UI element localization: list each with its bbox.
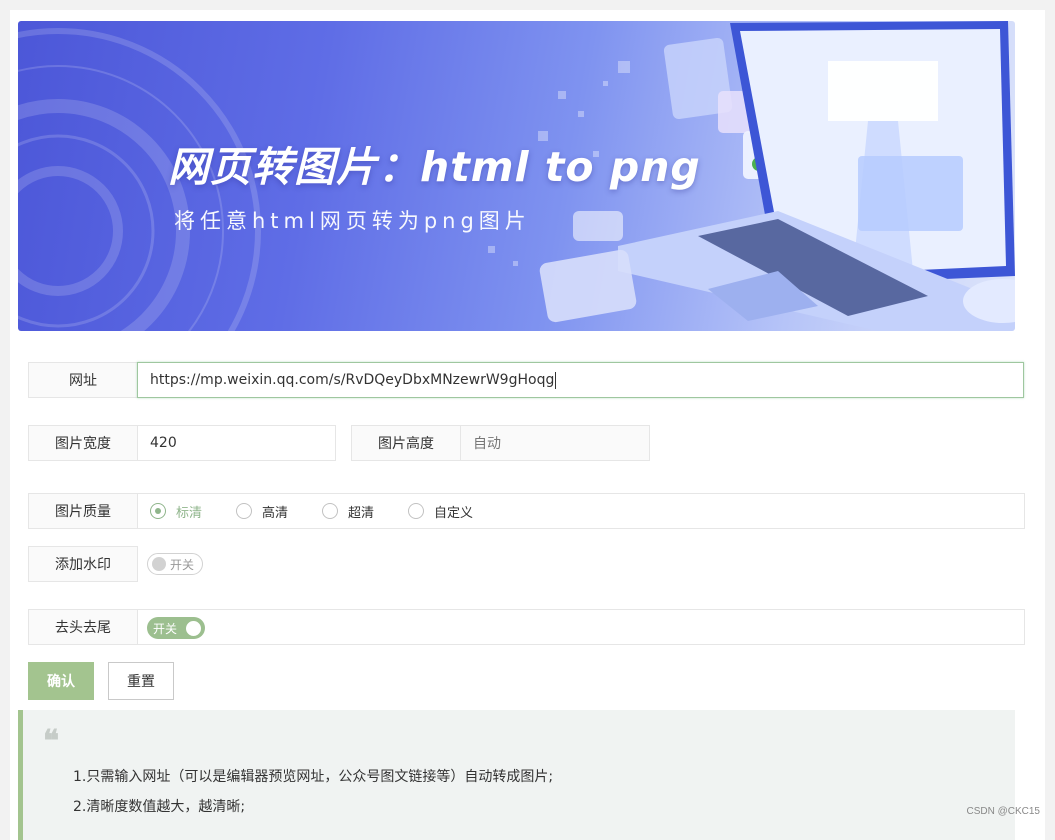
trim-label: 去头去尾 [28, 609, 138, 645]
reset-button[interactable]: 重置 [108, 662, 174, 700]
csdn-watermark: CSDN @CKC15 [966, 806, 1040, 817]
banner-title: 网页转图片：html to png [168, 133, 701, 193]
quality-option-uhd[interactable]: 超清 [322, 502, 374, 521]
switch-knob [186, 621, 201, 636]
quality-option-custom[interactable]: 自定义 [408, 502, 473, 521]
radio-icon [322, 503, 338, 519]
hero-banner: 网页转图片：html to png 将任意html网页转为png图片 [18, 21, 1015, 331]
width-label: 图片宽度 [28, 425, 138, 461]
height-label: 图片高度 [351, 425, 461, 461]
url-label: 网址 [28, 362, 138, 398]
quote-icon: ❝ [43, 724, 59, 759]
trim-switch-text: 开关 [153, 620, 177, 637]
trim-field [137, 609, 1025, 645]
width-input[interactable]: 420 [137, 425, 336, 461]
url-input-value: https://mp.weixin.qq.com/s/RvDQeyDbxMNze… [150, 372, 554, 388]
radio-icon [408, 503, 424, 519]
watermark-switch[interactable]: 开关 [147, 553, 203, 575]
banner-subtitle: 将任意html网页转为png图片 [174, 205, 531, 235]
text-caret [555, 372, 556, 389]
tip-item-1: 1.只需输入网址（可以是编辑器预览网址，公众号图文链接等）自动转成图片; [73, 766, 553, 786]
watermark-label: 添加水印 [28, 546, 138, 582]
url-input[interactable]: https://mp.weixin.qq.com/s/RvDQeyDbxMNze… [137, 362, 1024, 398]
trim-switch[interactable]: 开关 [147, 617, 205, 639]
confirm-button[interactable]: 确认 [28, 662, 94, 700]
height-input[interactable]: 自动 [460, 425, 650, 461]
quality-label: 图片质量 [28, 493, 138, 529]
quality-radio-group: 标清 高清 超清 自定义 [137, 493, 1025, 529]
tips-blockquote: ❝ 1.只需输入网址（可以是编辑器预览网址，公众号图文链接等）自动转成图片; 2… [18, 710, 1015, 840]
tip-item-2: 2.清晰度数值越大，越清晰; [73, 796, 245, 816]
switch-knob [152, 557, 166, 571]
width-input-value: 420 [150, 435, 177, 451]
height-input-placeholder: 自动 [473, 433, 501, 453]
watermark-switch-text: 开关 [170, 556, 194, 573]
quality-option-hd[interactable]: 高清 [236, 502, 288, 521]
quality-option-standard[interactable]: 标清 [150, 502, 202, 521]
radio-checked-icon [150, 503, 166, 519]
radio-icon [236, 503, 252, 519]
